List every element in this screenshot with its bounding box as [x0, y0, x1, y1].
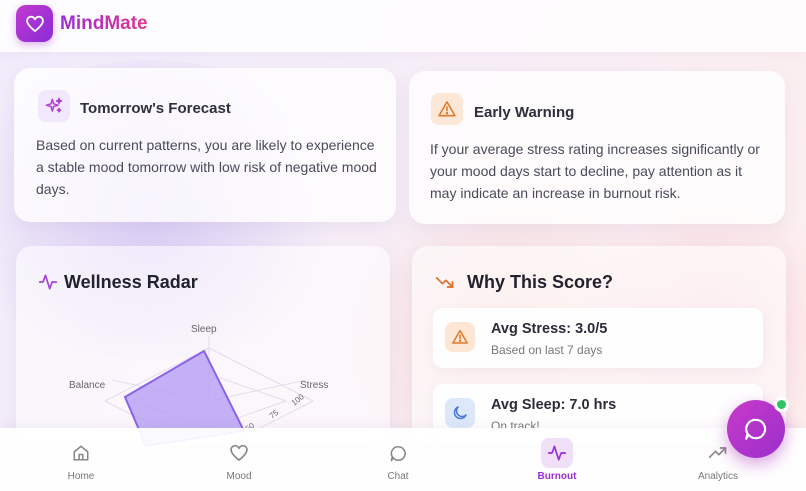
warning-icon — [431, 93, 463, 125]
app-name: MindMate — [60, 13, 148, 34]
wellness-radar-title: Wellness Radar — [64, 272, 198, 292]
chat-icon — [390, 445, 406, 461]
reason-title: Avg Stress: 3.0/5 — [491, 321, 608, 337]
heart-icon — [25, 15, 44, 32]
forecast-card: Tomorrow's Forecast Based on current pat… — [14, 68, 396, 222]
nav-item-mood[interactable]: Mood — [199, 428, 279, 491]
radar-axis-balance: Balance — [69, 380, 106, 391]
early-warning-card: Early Warning If your average stress rat… — [409, 71, 785, 224]
sparkles-icon — [38, 90, 70, 122]
app-logo[interactable] — [16, 5, 53, 42]
early-warning-text: If your average stress rating increases … — [430, 141, 760, 201]
reason-subtitle: Based on last 7 days — [491, 343, 603, 357]
forecast-text: Based on current patterns, you are likel… — [36, 137, 377, 197]
why-score-title: Why This Score? — [467, 272, 614, 292]
bottom-nav: Home Mood Chat Burnout Analytics — [0, 428, 806, 491]
nav-label: Chat — [387, 471, 409, 482]
activity-icon — [547, 445, 567, 461]
wellness-radar-chart: Sleep Stress Balance 100 75 50 — [69, 324, 328, 446]
nav-label: Home — [67, 471, 95, 482]
activity-icon — [38, 274, 58, 290]
chat-icon — [745, 418, 767, 440]
radar-axis-stress: Stress — [300, 380, 328, 391]
top-bar: MindMate — [0, 0, 806, 52]
nav-label: Analytics — [697, 471, 738, 482]
nav-item-home[interactable]: Home — [41, 428, 121, 491]
nav-item-chat[interactable]: Chat — [358, 428, 438, 491]
online-status-dot — [774, 397, 789, 412]
warning-icon — [445, 322, 475, 352]
reason-item-stress: Avg Stress: 3.0/5 Based on last 7 days — [433, 308, 763, 368]
radar-tick-100: 100 — [290, 392, 306, 408]
forecast-title: Tomorrow's Forecast — [80, 100, 231, 117]
nav-label: Burnout — [537, 471, 577, 482]
heart-icon — [230, 444, 248, 461]
trending-down-icon — [435, 277, 454, 288]
early-warning-title: Early Warning — [474, 104, 575, 121]
radar-axis-sleep: Sleep — [191, 324, 217, 335]
nav-label: Mood — [226, 471, 252, 482]
home-icon — [73, 445, 89, 461]
wellness-radar-card: Wellness Radar Sleep Stress Balance 100 … — [16, 246, 390, 446]
nav-item-burnout[interactable]: Burnout — [517, 428, 597, 491]
moon-icon — [445, 398, 475, 428]
reason-title: Avg Sleep: 7.0 hrs — [491, 397, 617, 413]
trending-up-icon — [708, 447, 727, 458]
